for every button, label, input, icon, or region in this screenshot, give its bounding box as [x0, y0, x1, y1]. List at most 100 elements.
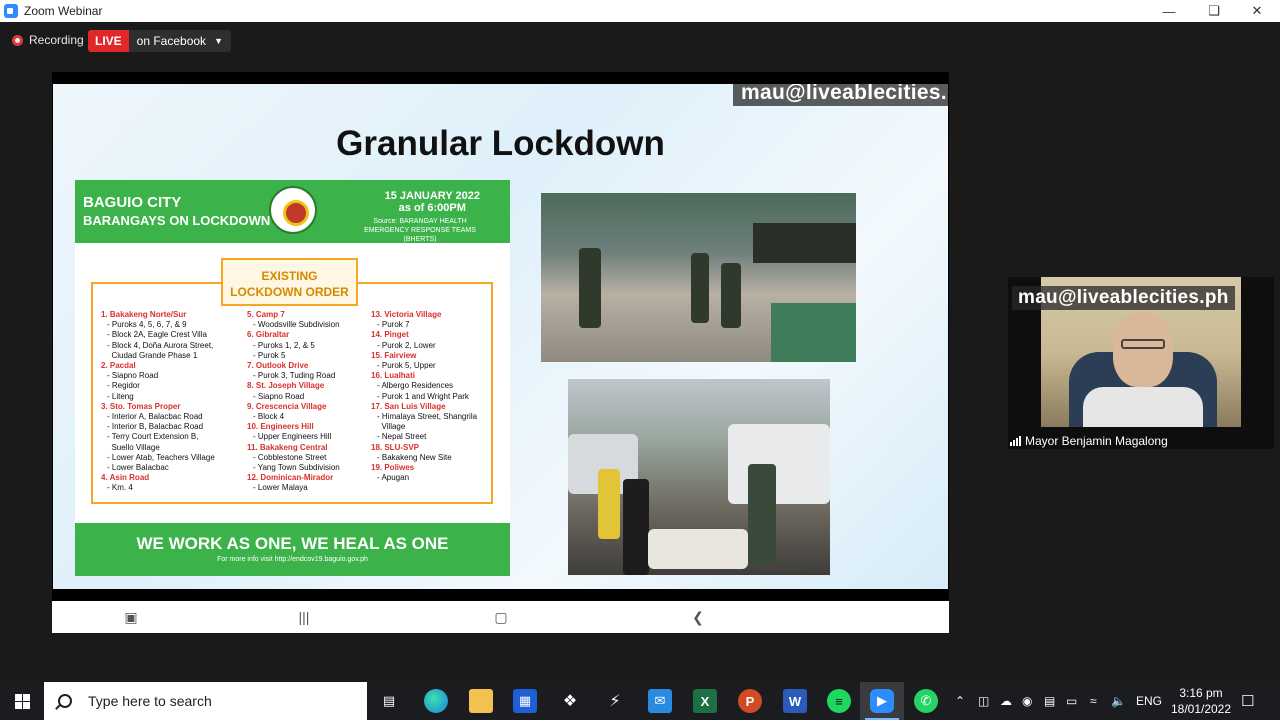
show-hidden-icons[interactable]: ⌃ [955, 682, 965, 720]
presentation-slide: mau@liveablecities.ph Granular Lockdown … [53, 84, 948, 589]
home-icon[interactable]: ▢ [491, 607, 511, 627]
whatsapp-icon[interactable]: ✆ [914, 689, 938, 713]
barangay-area: - Purok 1 and Wright Park [377, 391, 469, 401]
barangay-area: - Bakakeng New Site [377, 452, 452, 462]
barangay-area: - Nepal Street [377, 432, 427, 442]
mail-icon[interactable]: ✉ [648, 689, 672, 713]
minimize-button[interactable]: — [1146, 0, 1192, 22]
screenshot-icon[interactable]: ▣ [121, 607, 141, 627]
green-wall [771, 303, 856, 362]
slide-title: Granular Lockdown [336, 124, 665, 163]
barangay-heading: 8. St. Joseph Village [247, 381, 325, 391]
restore-button[interactable]: ❏ [1191, 0, 1237, 22]
wifi-icon[interactable]: ≈ [1090, 682, 1097, 720]
system-clock[interactable]: 3:16 pm 18/01/2022 [1168, 685, 1234, 717]
recording-indicator[interactable]: Recording [12, 33, 84, 47]
start-button[interactable] [0, 682, 44, 720]
poster-subtitle: BARANGAYS ON LOCKDOWN [83, 213, 271, 228]
barangay-area: - Lower Atab, Teachers Village [107, 452, 215, 462]
poster-footer-info: For more info visit http://endcov19.bagu… [217, 556, 368, 563]
barangay-heading: 2. Pacdal [101, 361, 136, 371]
barangay-heading: 5. Camp 7 [247, 310, 285, 319]
windows-taskbar: Type here to search ▤ ▦ ❖ ⚡ ✉ X P W ≡ ▶ … [0, 682, 1280, 720]
checkpoint-photo [541, 193, 856, 362]
recent-apps-icon[interactable]: ||| [294, 607, 314, 627]
barangay-area: - Purok 3, Tuding Road [253, 371, 336, 381]
barangay-column-3: 13. Victoria Village - Purok 7 14. Pinget -… [371, 310, 477, 483]
barangay-area: - Interior B, Balacbac Road [107, 422, 204, 432]
tray-app-icon[interactable]: ◉ [1022, 682, 1032, 720]
poster-date-line1: 15 JANUARY 2022 [384, 190, 480, 202]
live-stream-control[interactable]: LIVE on Facebook ▼ [88, 30, 231, 52]
edge-icon[interactable] [424, 689, 448, 713]
clock-date: 18/01/2022 [1170, 702, 1232, 716]
barangay-area: - Block 4 [253, 412, 285, 422]
tray-monitor-icon[interactable]: ▤ [1044, 682, 1055, 720]
barangay-area: - Puroks 4, 5, 6, 7, & 9 [107, 320, 187, 330]
barangay-heading: 6. Gibraltar [247, 330, 290, 340]
spotify-icon[interactable]: ≡ [827, 689, 851, 713]
tray-device-icon[interactable]: ◫ [978, 682, 989, 720]
barangay-area: Village [377, 422, 406, 432]
participant-email-watermark: mau@liveablecities.ph [1012, 286, 1235, 310]
shirt-shape [1083, 387, 1203, 427]
zoom-app-icon [4, 4, 18, 18]
barangay-area: Suello Village [107, 442, 160, 452]
battery-icon[interactable]: ▭ [1066, 682, 1077, 720]
dropbox-icon[interactable]: ❖ [558, 689, 582, 713]
zoom-icon[interactable]: ▶ [870, 689, 894, 713]
file-explorer-icon[interactable] [469, 689, 493, 713]
barangay-heading: 1. Bakakeng Norte/Sur [101, 310, 187, 319]
participant-video[interactable]: mau@liveablecities.ph Mayor Benjamin Mag… [1008, 277, 1274, 449]
microsoft-store-icon[interactable]: ▦ [513, 689, 537, 713]
barangay-column-1: 1. Bakakeng Norte/Sur - Puroks 4, 5, 6, 7… [101, 310, 215, 494]
barangay-heading: 9. Crescencia Village [247, 401, 327, 411]
barangay-heading: 4. Asin Road [101, 473, 150, 483]
barangay-area: - Lower Balacbac [107, 463, 169, 473]
barangay-area: - Block 2A, Eagle Crest Villa [107, 330, 207, 340]
powerpoint-icon[interactable]: P [738, 689, 762, 713]
barangay-area: - Purok 5, Upper [377, 361, 436, 371]
bolt-app-icon[interactable]: ⚡ [603, 689, 627, 713]
windows-logo-icon [14, 693, 30, 709]
task-view-icon[interactable]: ▤ [377, 689, 401, 713]
search-icon [58, 694, 72, 708]
taskbar-search-box[interactable]: Type here to search [44, 682, 367, 720]
barangay-heading: 13. Victoria Village [371, 310, 442, 319]
barangay-area: - Siapno Road [253, 391, 305, 401]
barangay-area: Ciudad Grande Phase 1 [107, 350, 198, 360]
barangay-area: - Siapno Road [107, 371, 159, 381]
lockdown-poster: BAGUIO CITY BARANGAYS ON LOCKDOWN 15 JAN… [75, 180, 510, 576]
shared-screen: mau@liveablecities.ph Granular Lockdown … [52, 72, 949, 633]
person-figure [748, 464, 776, 564]
barangay-heading: 3. Sto. Tomas Proper [101, 401, 181, 411]
officer-figure [579, 248, 601, 328]
van-shape [728, 424, 830, 504]
back-icon[interactable]: ❮ [688, 607, 708, 627]
live-target-dropdown[interactable]: on Facebook ▼ [128, 30, 231, 52]
notification-icon[interactable]: ☐ [1241, 682, 1254, 720]
excel-icon[interactable]: X [693, 689, 717, 713]
goods-bags [648, 529, 748, 569]
order-title-line1: EXISTING [261, 269, 318, 283]
chevron-down-icon: ▼ [214, 36, 223, 46]
barangay-area: - Purok 5 [253, 350, 286, 360]
close-button[interactable]: ✕ [1234, 0, 1280, 22]
language-indicator[interactable]: ENG [1136, 682, 1162, 720]
barangay-area: - Purok 2, Lower [377, 340, 436, 350]
order-title-line2: LOCKDOWN ORDER [230, 285, 349, 299]
recording-label: Recording [29, 33, 84, 47]
barangay-area: - Terry Court Extension B, [107, 432, 199, 442]
poster-footer-slogan: WE WORK AS ONE, WE HEAL AS ONE [136, 534, 449, 553]
barangay-area: - Interior A, Balacbac Road [107, 412, 203, 422]
barangay-area: - Upper Engineers Hill [253, 432, 332, 442]
word-icon[interactable]: W [783, 689, 807, 713]
barangay-area: - Block 4, Doña Aurora Street, [107, 340, 214, 350]
search-placeholder: Type here to search [88, 693, 212, 709]
barangay-area: - Apugan [377, 473, 410, 483]
barangay-heading: 17. San Luis Village [371, 401, 446, 411]
onedrive-icon[interactable]: ☁ [1000, 682, 1012, 720]
live-badge: LIVE [88, 30, 129, 52]
city-seal-icon [269, 186, 317, 234]
volume-icon[interactable]: 🔈 [1111, 682, 1126, 720]
